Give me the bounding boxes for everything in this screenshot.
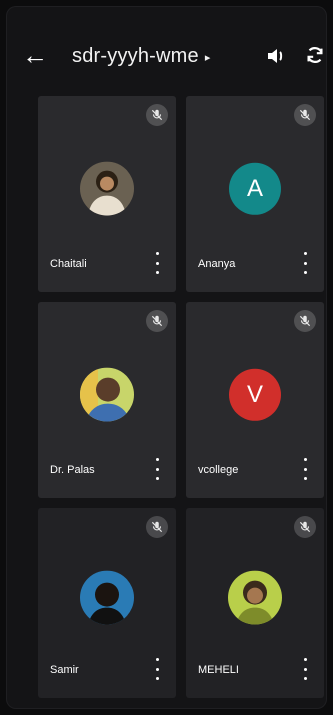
speaker-icon[interactable]: [264, 44, 288, 68]
mic-off-icon: [146, 310, 168, 332]
participant-name: MEHELI: [198, 664, 239, 676]
participant-tile[interactable]: V vcollege: [186, 302, 324, 498]
back-arrow-icon[interactable]: ←: [20, 40, 50, 70]
mic-off-icon: [146, 104, 168, 126]
more-vertical-icon[interactable]: [152, 458, 162, 480]
mic-off-icon: [146, 516, 168, 538]
caret-right-icon: ▸: [204, 51, 211, 64]
avatar: [228, 570, 282, 625]
more-vertical-icon[interactable]: [300, 658, 310, 680]
mic-off-icon: [294, 104, 316, 126]
participant-name: Chaitali: [50, 258, 87, 270]
meeting-code: sdr-yyyh-wme: [72, 44, 199, 67]
avatar: [80, 367, 134, 422]
participant-tile[interactable]: Chaitali: [38, 96, 176, 292]
meeting-toolbar: ← sdr-yyyh-wme ▸: [0, 0, 333, 96]
participant-name: vcollege: [198, 464, 239, 476]
avatar: [80, 570, 134, 625]
avatar-initial: V: [229, 368, 281, 421]
switch-camera-icon[interactable]: [302, 42, 328, 68]
participant-name: Ananya: [198, 258, 236, 270]
participant-tile[interactable]: MEHELI: [186, 508, 324, 698]
participant-grid: Chaitali A Ananya Dr. Palas V vcollege S…: [38, 96, 324, 698]
participant-tile[interactable]: A Ananya: [186, 96, 324, 292]
mic-off-icon: [294, 516, 316, 538]
participant-tile[interactable]: Dr. Palas: [38, 302, 176, 498]
more-vertical-icon[interactable]: [300, 252, 310, 274]
meeting-title-button[interactable]: sdr-yyyh-wme ▸: [72, 43, 210, 69]
participant-name: Samir: [50, 664, 79, 676]
more-vertical-icon[interactable]: [152, 658, 162, 680]
mic-off-icon: [294, 310, 316, 332]
more-vertical-icon[interactable]: [300, 458, 310, 480]
avatar: [80, 161, 134, 216]
avatar-initial: A: [229, 162, 281, 215]
more-vertical-icon[interactable]: [152, 252, 162, 274]
participant-name: Dr. Palas: [50, 464, 95, 476]
participant-tile[interactable]: Samir: [38, 508, 176, 698]
